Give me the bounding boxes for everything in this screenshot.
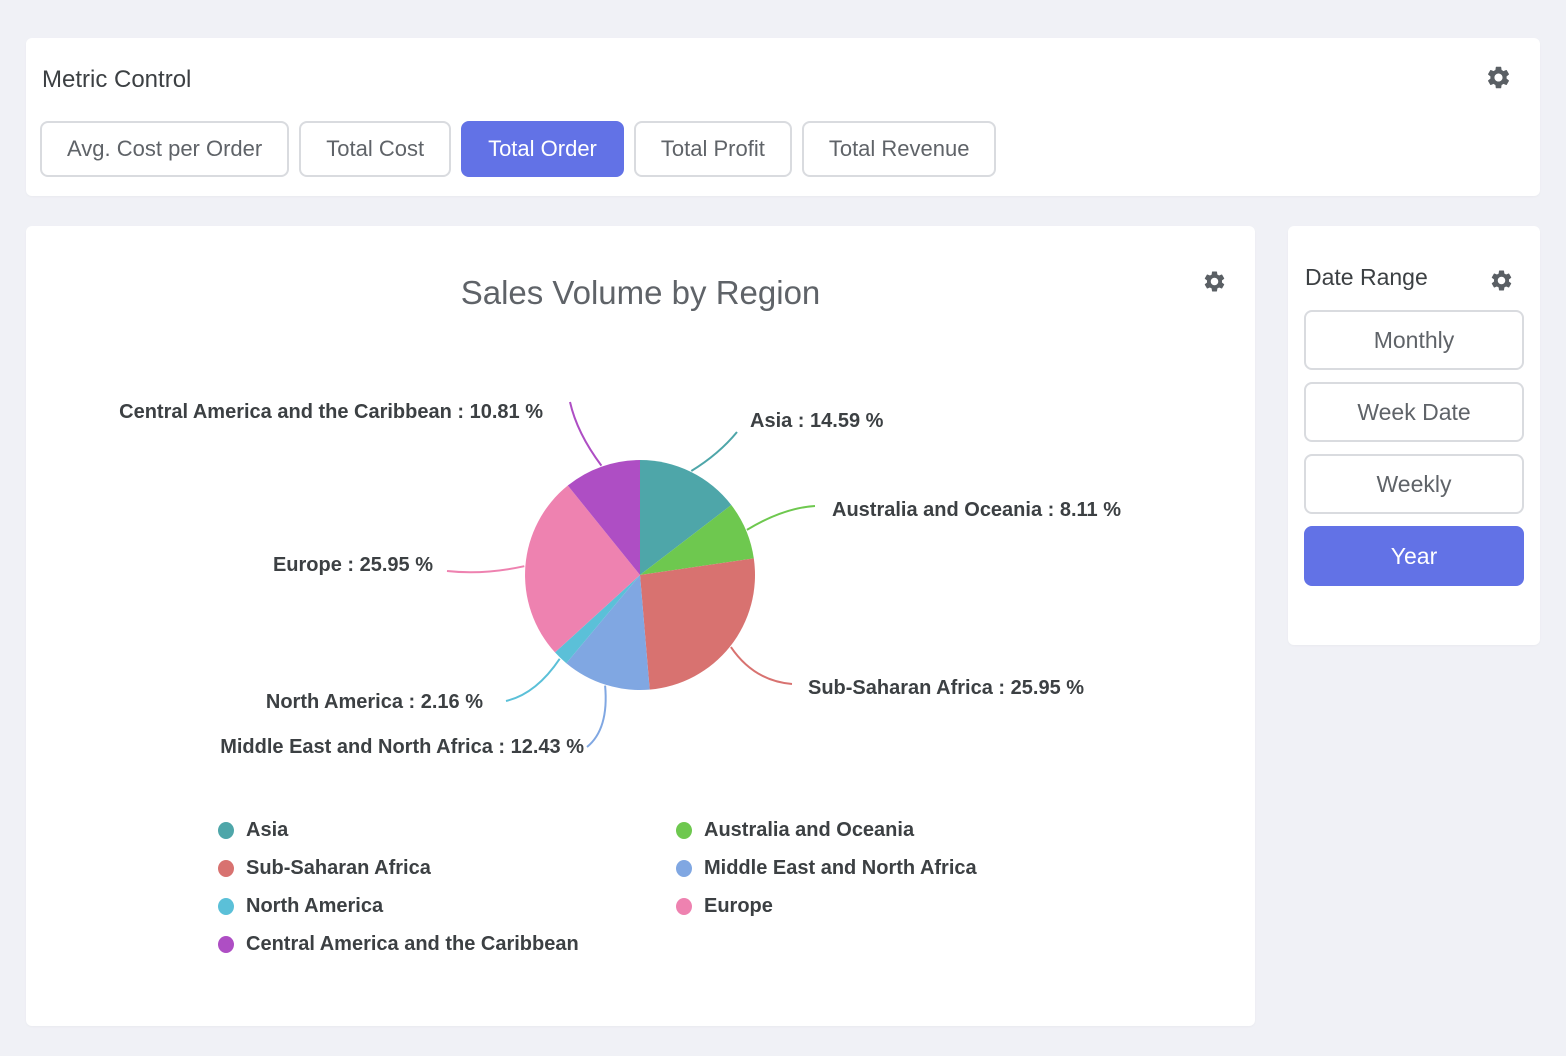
legend-dot-icon <box>218 860 234 877</box>
legend-item-middle-east-north-africa[interactable]: Middle East and North Africa <box>676 856 977 880</box>
legend-label: North America <box>246 895 383 918</box>
gear-icon[interactable] <box>1489 268 1514 298</box>
metric-button-avg-cost-per-order[interactable]: Avg. Cost per Order <box>40 121 289 177</box>
legend-label: Central America and the Caribbean <box>246 933 579 956</box>
legend-label: Middle East and North Africa <box>704 857 977 880</box>
pie-callout-europe: Europe : 25.95 % <box>273 553 433 577</box>
pie-leader-line-2 <box>731 647 792 684</box>
pie-callout-asia: Asia : 14.59 % <box>750 409 883 433</box>
legend-item-sub-saharan-africa[interactable]: Sub-Saharan Africa <box>218 856 676 880</box>
legend-dot-icon <box>676 822 692 839</box>
legend-label: Sub-Saharan Africa <box>246 857 431 880</box>
gear-icon[interactable] <box>1485 64 1512 96</box>
pie-leader-line-0 <box>691 432 737 471</box>
pie-leader-line-4 <box>506 659 560 701</box>
date-range-card: Date Range Monthly Week Date Weekly Year <box>1288 226 1540 645</box>
range-button-week-date[interactable]: Week Date <box>1304 382 1524 442</box>
chart-legend: Asia Australia and Oceania Sub-Saharan A… <box>218 818 977 956</box>
range-button-year[interactable]: Year <box>1304 526 1524 586</box>
legend-dot-icon <box>218 936 234 953</box>
metric-button-group: Avg. Cost per Order Total Cost Total Ord… <box>40 121 996 177</box>
pie-callout-australia-oceania: Australia and Oceania : 8.11 % <box>832 498 1121 522</box>
legend-dot-icon <box>218 822 234 839</box>
pie-callout-central-america-caribbean: Central America and the Caribbean : 10.8… <box>119 400 543 424</box>
metric-button-total-profit[interactable]: Total Profit <box>634 121 792 177</box>
metric-control-card: Metric Control Avg. Cost per Order Total… <box>26 38 1540 196</box>
pie-callout-sub-saharan-africa: Sub-Saharan Africa : 25.95 % <box>808 676 1084 700</box>
legend-item-north-america[interactable]: North America <box>218 894 676 918</box>
metric-button-total-revenue[interactable]: Total Revenue <box>802 121 997 177</box>
legend-item-central-america-caribbean[interactable]: Central America and the Caribbean <box>218 932 676 956</box>
metric-control-title: Metric Control <box>42 66 191 94</box>
dashboard-page: Metric Control Avg. Cost per Order Total… <box>0 0 1566 1056</box>
metric-button-total-cost[interactable]: Total Cost <box>299 121 451 177</box>
sales-volume-chart-card: Sales Volume by Region Asia : 14.59 % Au… <box>26 226 1255 1026</box>
legend-item-australia-oceania[interactable]: Australia and Oceania <box>676 818 977 842</box>
pie-leader-line-6 <box>570 402 601 466</box>
legend-item-europe[interactable]: Europe <box>676 894 977 918</box>
pie-callout-north-america: North America : 2.16 % <box>266 690 483 714</box>
range-button-weekly[interactable]: Weekly <box>1304 454 1524 514</box>
pie-leader-line-1 <box>747 506 815 530</box>
pie-slice-2[interactable] <box>640 558 755 689</box>
pie-leader-line-5 <box>447 566 524 572</box>
date-range-button-group: Monthly Week Date Weekly Year <box>1304 310 1524 586</box>
date-range-title: Date Range <box>1305 264 1428 291</box>
legend-label: Europe <box>704 895 773 918</box>
legend-label: Australia and Oceania <box>704 819 914 842</box>
legend-item-asia[interactable]: Asia <box>218 818 676 842</box>
legend-dot-icon <box>676 898 692 915</box>
pie-callout-middle-east-north-africa: Middle East and North Africa : 12.43 % <box>220 735 584 759</box>
legend-dot-icon <box>676 860 692 877</box>
legend-dot-icon <box>218 898 234 915</box>
pie-leader-line-3 <box>587 686 606 747</box>
range-button-monthly[interactable]: Monthly <box>1304 310 1524 370</box>
metric-button-total-order[interactable]: Total Order <box>461 121 624 177</box>
legend-label: Asia <box>246 819 288 842</box>
